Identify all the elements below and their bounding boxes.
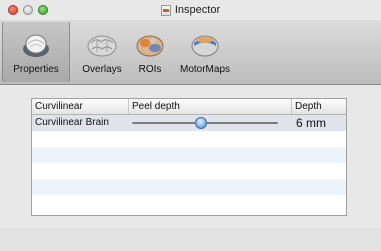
properties-pane: Curvilinear Peel depth Depth Curvilinear…: [0, 85, 381, 251]
toolbar-label-rois: ROIs: [138, 64, 162, 75]
inspector-window: Inspector Properties Overlays ROIs Motor…: [0, 0, 381, 251]
toolbar-item-rois[interactable]: ROIs: [130, 22, 170, 82]
column-header-peel-depth[interactable]: Peel depth: [128, 99, 291, 114]
window-title: Inspector: [174, 4, 221, 16]
table-row-empty: [32, 195, 346, 211]
title-bar[interactable]: Inspector: [0, 0, 381, 20]
toolbar-item-overlays[interactable]: Overlays: [76, 22, 128, 82]
toolbar-item-motormaps[interactable]: MotorMaps: [172, 22, 238, 82]
toolbar-label-motormaps: MotorMaps: [179, 64, 230, 75]
curvilinear-table: Curvilinear Peel depth Depth Curvilinear…: [31, 98, 347, 216]
window-bottom: [0, 228, 381, 251]
table-row[interactable]: Curvilinear Brain 6 mm: [32, 115, 346, 131]
minimize-button[interactable]: [23, 5, 33, 15]
overlays-icon: [85, 30, 119, 60]
document-icon: [160, 4, 171, 16]
row-name: Curvilinear Brain: [35, 117, 109, 128]
column-header-curvilinear[interactable]: Curvilinear: [32, 99, 128, 114]
depth-value: 6 mm: [296, 116, 326, 130]
toolbar: Properties Overlays ROIs MotorMaps: [0, 20, 381, 85]
table-header: Curvilinear Peel depth Depth: [32, 99, 346, 115]
close-button[interactable]: [8, 5, 18, 15]
toolbar-label-overlays: Overlays: [82, 64, 122, 75]
column-header-depth[interactable]: Depth: [291, 99, 346, 114]
table-row-empty: [32, 131, 346, 147]
toolbar-label-properties: Properties: [13, 64, 59, 75]
table-row-empty: [32, 147, 346, 163]
slider-knob[interactable]: [194, 117, 207, 129]
toolbar-item-properties[interactable]: Properties: [2, 22, 70, 82]
motormaps-icon: [188, 30, 222, 60]
table-row-empty: [32, 179, 346, 195]
table-row-empty: [32, 163, 346, 179]
window-title-group: Inspector: [160, 0, 221, 20]
properties-icon: [19, 30, 53, 60]
zoom-button[interactable]: [38, 5, 48, 15]
rois-icon: [133, 30, 167, 60]
